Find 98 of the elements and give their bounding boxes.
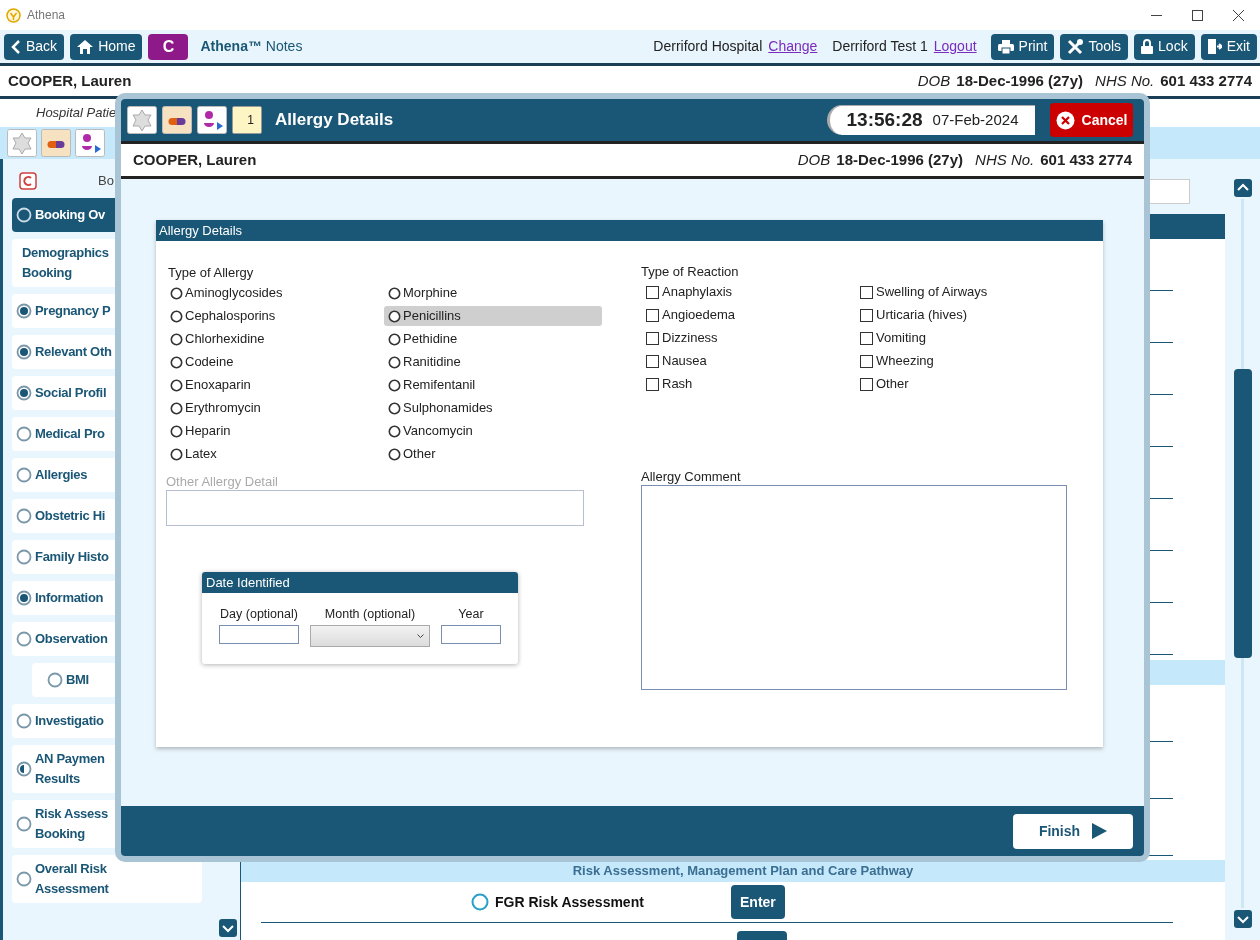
half-radio-icon	[16, 761, 32, 777]
radio-icon	[16, 816, 32, 832]
close-icon	[1055, 110, 1075, 130]
cancel-button[interactable]: Cancel	[1050, 103, 1133, 137]
radio-icon	[16, 467, 32, 483]
pregnant-figure-icon[interactable]	[197, 106, 227, 134]
lock-button[interactable]: Lock	[1134, 33, 1195, 60]
comment-field[interactable]	[641, 485, 1067, 690]
hospital-patient-label: Hospital Patie	[36, 104, 117, 123]
reaction-option[interactable]: Other	[860, 374, 1074, 394]
close-icon[interactable]	[1233, 9, 1244, 21]
scroll-up-icon[interactable]	[1233, 179, 1252, 197]
dob-value: 18-Dec-1996 (27y)	[836, 149, 964, 170]
dob-value: 18-Dec-1996 (27y)	[956, 70, 1084, 91]
filled-radio-icon	[16, 590, 32, 606]
scroll-down-icon[interactable]	[218, 919, 237, 937]
radio-icon	[47, 672, 63, 688]
change-link[interactable]: Change	[768, 36, 818, 57]
window-title: Athena	[27, 7, 66, 24]
allergy-option[interactable]: Ranitidine	[384, 352, 602, 372]
text-field[interactable]	[441, 625, 501, 644]
allergy-option[interactable]: Vancomycin	[384, 421, 602, 441]
filled-radio-icon	[16, 303, 32, 319]
enter-button[interactable]: Enter	[731, 885, 785, 919]
print-button[interactable]: Print	[990, 33, 1055, 60]
capsule-icon[interactable]	[41, 129, 71, 157]
radio-icon	[16, 549, 32, 565]
field-label: Year	[458, 606, 484, 623]
reaction-option[interactable]: Dizziness	[646, 328, 860, 348]
nhs-label: NHS No.	[975, 149, 1035, 170]
dialog-title: Allergy Details	[275, 109, 394, 132]
allergy-option[interactable]: Sulphonamides	[384, 398, 602, 418]
reaction-option[interactable]: Swelling of Airways	[860, 282, 1074, 302]
allergy-option[interactable]: Morphine	[384, 283, 602, 303]
reaction-option[interactable]: Urticaria (hives)	[860, 305, 1074, 325]
user-name: Derriford Test 1	[832, 37, 928, 56]
filled-radio-icon	[16, 344, 32, 360]
hospital-name: Derriford Hospital	[653, 37, 763, 56]
play-icon	[1092, 823, 1108, 839]
row-label: FGR Risk Assessment	[495, 892, 645, 912]
exit-icon	[1207, 39, 1222, 54]
home-icon	[77, 39, 94, 54]
field-label: Type of Reaction	[641, 263, 740, 281]
reaction-option[interactable]: Angioedema	[646, 305, 860, 325]
field-label: Allergy Comment	[641, 468, 742, 485]
calendar-icon[interactable]: 1	[232, 106, 262, 134]
lock-icon	[1141, 39, 1154, 54]
radio-icon	[16, 426, 32, 442]
patient-name: COOPER, Lauren	[133, 149, 257, 170]
reaction-option[interactable]: Vomiting	[860, 328, 1074, 348]
reaction-option[interactable]: Rash	[646, 374, 860, 394]
radio-icon	[16, 713, 32, 729]
dob-label: DOB	[797, 149, 831, 170]
sidebar-item[interactable]: Overall Risk Assessment	[12, 855, 202, 903]
allergy-option[interactable]: Pethidine	[384, 329, 602, 349]
radio-icon	[16, 871, 32, 887]
scroll-down-icon[interactable]	[1233, 910, 1252, 928]
pregnant-figure-icon[interactable]	[75, 129, 105, 157]
text-field[interactable]	[219, 625, 299, 644]
maximize-icon[interactable]	[1192, 9, 1203, 21]
allergy-option[interactable]: Other	[384, 444, 602, 464]
scrollbar-thumb[interactable]	[1233, 369, 1252, 658]
home-button[interactable]: Home	[70, 33, 143, 60]
allergy-option[interactable]: Remifentanil	[384, 375, 602, 395]
radio-icon	[16, 631, 32, 647]
reaction-option[interactable]: Wheezing	[860, 351, 1074, 371]
capsule-icon[interactable]	[162, 106, 192, 134]
clock-display: 13:56:28 07-Feb-2024	[827, 105, 1035, 135]
card-title: Date Identified	[202, 572, 518, 593]
reaction-option[interactable]: Nausea	[646, 351, 860, 371]
patient-name: COOPER, Lauren	[8, 70, 132, 91]
reaction-option[interactable]: Anaphylaxis	[646, 282, 860, 302]
notes-button[interactable]: C	[148, 33, 189, 60]
radio-icon	[16, 508, 32, 524]
section-title: Bo	[98, 172, 114, 191]
dob-label: DOB	[917, 70, 951, 91]
filled-radio-icon	[16, 385, 32, 401]
c-logo-icon	[18, 171, 38, 191]
nhs-value: 601 433 2774	[1160, 70, 1252, 91]
exit-button[interactable]: Exit	[1200, 33, 1257, 60]
card-title: Allergy Details	[156, 220, 1103, 241]
chevron-down-icon	[417, 633, 424, 639]
nhs-label: NHS No.	[1095, 70, 1155, 91]
field-label: Month (optional)	[324, 606, 416, 623]
nhs-value: 601 433 2774	[1040, 149, 1132, 170]
printer-icon	[997, 39, 1014, 54]
app-name: Athena™ Notes	[200, 37, 303, 56]
logout-link[interactable]: Logout	[933, 36, 977, 57]
finish-button[interactable]: Finish	[1013, 813, 1133, 849]
allergy-option[interactable]: Penicillins	[384, 306, 602, 326]
tools-button[interactable]: Tools	[1060, 33, 1129, 60]
tools-icon	[1067, 38, 1084, 55]
back-button[interactable]: Back	[4, 33, 65, 60]
section-header: Risk Assessment, Management Plan and Care Pathway	[241, 860, 1225, 882]
radio-icon	[16, 207, 32, 223]
logo-icon	[6, 7, 21, 23]
chevron-left-icon	[11, 39, 21, 54]
field-label: Day (optional)	[220, 606, 298, 623]
